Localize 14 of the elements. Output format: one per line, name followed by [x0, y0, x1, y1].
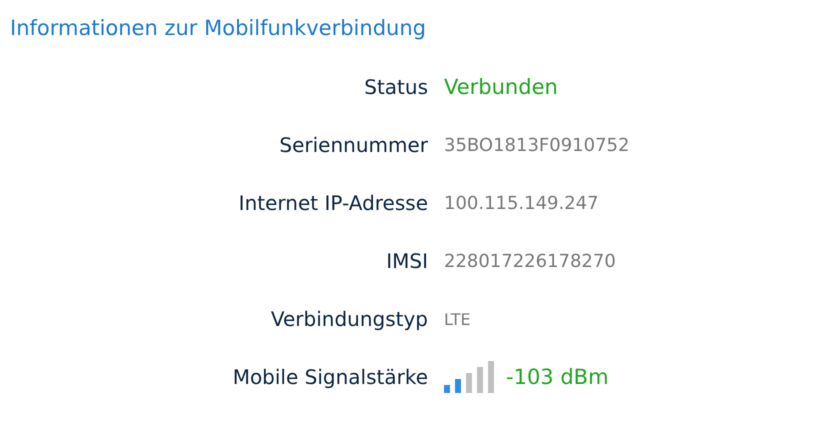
field-value: 35BO1813F0910752 — [444, 134, 630, 156]
field-value: 228017226178270 — [444, 250, 616, 272]
field-label: Internet IP-Adresse — [238, 190, 428, 217]
field-label: Verbindungstyp — [270, 306, 428, 333]
signal-strength-icon — [444, 361, 496, 393]
field-value: 100.115.149.247 — [444, 192, 599, 214]
field-label: IMSI — [386, 248, 428, 275]
section-title: Informationen zur Mobilfunkverbindung — [10, 16, 427, 40]
field-label: Seriennummer — [279, 132, 428, 159]
field-value: -103 dBm — [506, 365, 609, 389]
field-value: Verbunden — [444, 75, 558, 99]
field-value: LTE — [444, 310, 471, 328]
field-label: Status — [364, 74, 428, 101]
field-label: Mobile Signalstärke — [232, 364, 428, 391]
